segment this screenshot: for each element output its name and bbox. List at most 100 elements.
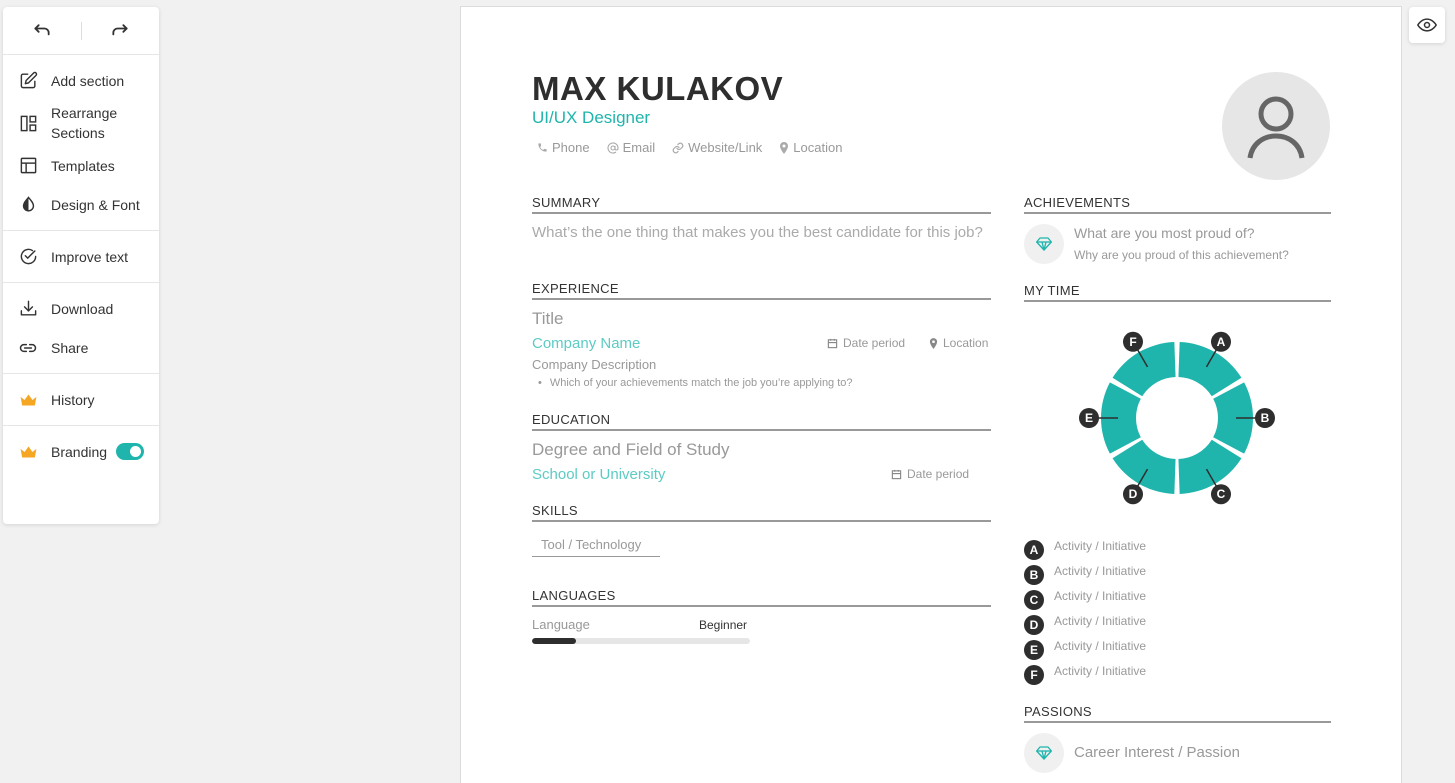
section-divider: [1024, 212, 1331, 214]
sidebar-item-label: Share: [51, 339, 89, 356]
legend-badge: A: [1024, 539, 1044, 560]
branding-toggle[interactable]: [116, 443, 144, 460]
crown-icon: [18, 442, 38, 462]
sidebar-item-label: Add section: [51, 72, 125, 89]
passions-title: PASSIONS: [1024, 704, 1092, 719]
legend-text: Activity / Initiative: [1054, 663, 1147, 678]
sidebar-item-label: Download: [51, 300, 114, 317]
sidebar-item-improve-text[interactable]: Improve text: [3, 237, 159, 276]
resume-role[interactable]: UI/UX Designer: [532, 108, 650, 128]
undo-redo-bar: [3, 7, 159, 55]
my-time-title: MY TIME: [1024, 283, 1080, 298]
sidebar-group-history: History: [3, 374, 159, 426]
contact-location-label: Location: [793, 140, 843, 155]
achievement-question[interactable]: What are you most proud of?: [1074, 225, 1255, 241]
achievements-title: ACHIEVEMENTS: [1024, 195, 1131, 210]
layout-sections-icon: [18, 113, 38, 133]
contrast-icon: [18, 195, 38, 215]
legend-badge: F: [1024, 664, 1044, 685]
donut-segment-c[interactable]: [1178, 439, 1242, 494]
crown-icon: [18, 390, 38, 410]
passion-icon[interactable]: [1024, 733, 1064, 773]
contact-phone[interactable]: Phone: [537, 140, 590, 155]
legend-item[interactable]: A Activity / Initiative: [1024, 535, 1146, 560]
language-level-bar[interactable]: [532, 638, 750, 644]
experience-description[interactable]: Company Description: [532, 357, 656, 372]
sidebar-item-label: Rearrange Sections: [51, 105, 118, 141]
experience-title: EXPERIENCE: [532, 281, 619, 296]
redo-button[interactable]: [82, 7, 160, 54]
sidebar-item-download[interactable]: Download: [3, 289, 159, 328]
legend-badge: B: [1024, 564, 1044, 585]
legend-text: Activity / Initiative: [1054, 613, 1147, 628]
skill-item[interactable]: Tool / Technology: [532, 535, 660, 557]
legend-item[interactable]: B Activity / Initiative: [1024, 560, 1146, 585]
link-icon: [18, 338, 38, 358]
legend-text: Activity / Initiative: [1054, 538, 1147, 553]
summary-text[interactable]: What’s the one thing that makes you the …: [532, 223, 987, 242]
undo-icon: [34, 23, 50, 35]
experience-bullet[interactable]: Which of your achievements match the job…: [538, 377, 853, 389]
experience-location[interactable]: Location: [929, 336, 988, 350]
donut-label-a: A: [1217, 335, 1226, 349]
preview-button[interactable]: [1409, 7, 1445, 43]
donut-label-e: E: [1085, 411, 1093, 425]
edit-icon: [18, 71, 38, 91]
section-divider: [532, 298, 991, 300]
legend-badge: D: [1024, 614, 1044, 635]
sidebar-item-branding[interactable]: Branding: [3, 432, 159, 471]
legend-item[interactable]: E Activity / Initiative: [1024, 635, 1146, 660]
sidebar-item-design-font[interactable]: Design & Font: [3, 185, 159, 224]
at-icon: [607, 142, 619, 154]
experience-company[interactable]: Company Name: [532, 335, 640, 352]
contact-website[interactable]: Website/Link: [672, 140, 762, 155]
sidebar-item-templates[interactable]: Templates: [3, 146, 159, 185]
sidebar-item-label: History: [51, 391, 95, 408]
redo-icon: [112, 23, 128, 35]
donut-segment-f[interactable]: [1112, 342, 1176, 397]
legend-badge: C: [1024, 589, 1044, 610]
link-icon: [672, 142, 684, 153]
education-date-label: Date period: [907, 467, 970, 481]
donut-segment-d[interactable]: [1112, 439, 1176, 494]
sidebar-group-branding: Branding: [3, 426, 159, 477]
section-divider: [1024, 721, 1331, 723]
user-placeholder-icon: [1247, 96, 1305, 159]
donut-label-d: D: [1129, 487, 1138, 501]
sidebar: Add section Rearrange Sections Templates…: [3, 7, 159, 524]
calendar-icon: [891, 469, 902, 479]
undo-button[interactable]: [3, 7, 81, 54]
languages-title: LANGUAGES: [532, 588, 616, 603]
contact-phone-label: Phone: [552, 140, 590, 155]
experience-date[interactable]: Date period: [827, 336, 905, 350]
legend-item[interactable]: D Activity / Initiative: [1024, 610, 1146, 635]
eye-icon: [1417, 18, 1437, 32]
sidebar-item-add-section[interactable]: Add section: [3, 61, 159, 100]
language-level[interactable]: Beginner: [699, 618, 747, 632]
legend-item[interactable]: F Activity / Initiative: [1024, 660, 1146, 685]
education-date[interactable]: Date period: [891, 467, 969, 481]
avatar[interactable]: [1222, 72, 1330, 180]
sidebar-item-history[interactable]: History: [3, 380, 159, 419]
location-pin-icon: [780, 141, 789, 154]
contact-location[interactable]: Location: [779, 140, 842, 155]
section-divider: [532, 605, 991, 607]
education-title: EDUCATION: [532, 412, 611, 427]
sidebar-item-rearrange-sections[interactable]: Rearrange Sections: [3, 100, 159, 146]
achievement-icon[interactable]: [1024, 224, 1064, 264]
diamond-icon: [1036, 237, 1052, 251]
experience-job-title[interactable]: Title: [532, 309, 564, 329]
my-time-donut-chart[interactable]: A B C D E F: [1079, 322, 1279, 512]
language-name[interactable]: Language: [532, 617, 590, 632]
my-time-legend: A Activity / Initiative B Activity / Initia…: [1024, 535, 1146, 685]
legend-item[interactable]: C Activity / Initiative: [1024, 585, 1146, 610]
education-school[interactable]: School or University: [532, 466, 665, 483]
check-circle-icon: [18, 247, 38, 267]
sidebar-item-share[interactable]: Share: [3, 328, 159, 367]
contact-email[interactable]: Email: [607, 140, 655, 155]
passion-item[interactable]: Career Interest / Passion: [1074, 744, 1240, 761]
education-degree[interactable]: Degree and Field of Study: [532, 440, 730, 460]
donut-segment-a[interactable]: [1178, 342, 1242, 397]
resume-name[interactable]: MAX KULAKOV: [532, 70, 783, 108]
achievement-description[interactable]: Why are you proud of this achievement?: [1074, 248, 1289, 262]
